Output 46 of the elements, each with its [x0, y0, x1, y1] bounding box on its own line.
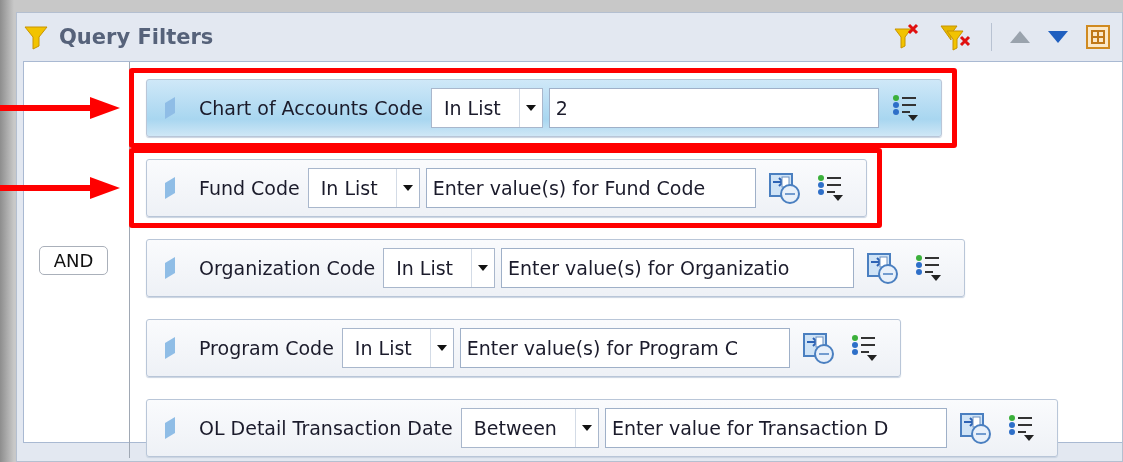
operator-dropdown[interactable]: Between	[460, 408, 599, 448]
value-field[interactable]: Enter value(s) for Organizatio	[501, 248, 855, 288]
list-options-icon[interactable]	[1006, 413, 1035, 443]
data-source-icon[interactable]	[768, 172, 803, 204]
filter-field-label: Organization Code	[199, 257, 376, 279]
filter-field-label: Fund Code	[199, 177, 300, 199]
drag-handle-icon[interactable]	[163, 95, 177, 121]
data-source-icon[interactable]	[958, 412, 993, 444]
move-down-icon[interactable]	[1048, 31, 1068, 43]
and-button[interactable]: AND	[38, 245, 109, 275]
drag-handle-icon[interactable]	[163, 255, 177, 281]
data-source-icon[interactable]	[802, 332, 837, 364]
filter-field-label: Chart of Accounts Code	[199, 97, 423, 119]
panel-title: Query Filters	[59, 25, 214, 49]
operator-dropdown[interactable]: In List	[430, 88, 543, 128]
caret-icon	[402, 185, 413, 191]
value-field[interactable]: Enter value(s) for Fund Code	[425, 168, 757, 208]
value-field[interactable]: 2	[548, 88, 879, 128]
filter-row[interactable]: OL Detail Transaction Date Between Enter value for Transaction D	[146, 399, 1058, 457]
filter-icon	[23, 24, 49, 50]
filter-field-label: OL Detail Transaction Date	[199, 417, 453, 439]
drag-handle-icon[interactable]	[163, 335, 177, 361]
filter-field-label: Program Code	[199, 337, 334, 359]
filter-row[interactable]: Organization Code In List Enter value(s) for Organizatio	[146, 239, 966, 297]
operator-dropdown[interactable]: In List	[383, 248, 496, 288]
list-options-icon[interactable]	[850, 333, 879, 363]
filter-row[interactable]: Fund Code In List Enter value(s) for Fund Code	[146, 159, 868, 217]
drag-handle-icon[interactable]	[163, 175, 177, 201]
caret-icon	[478, 265, 489, 271]
caret-icon	[525, 105, 536, 111]
filter-row[interactable]: Program Code In List Enter value(s) for Program C	[146, 319, 902, 377]
caret-icon	[436, 345, 447, 351]
filter-row[interactable]: Chart of Accounts Code In List 2	[146, 79, 942, 137]
drag-handle-icon[interactable]	[163, 415, 177, 441]
caret-icon	[581, 425, 592, 431]
operator-dropdown[interactable]: In List	[341, 328, 454, 368]
value-field[interactable]: Enter value for Transaction D	[604, 408, 947, 448]
clear-filter-icon[interactable]	[893, 23, 921, 51]
clear-all-filters-icon[interactable]	[939, 23, 973, 51]
data-source-icon[interactable]	[866, 252, 901, 284]
value-field[interactable]: Enter value(s) for Program C	[459, 328, 791, 368]
operator-dropdown[interactable]: In List	[307, 168, 420, 208]
list-options-icon[interactable]	[816, 173, 845, 203]
list-options-icon[interactable]	[890, 93, 919, 123]
list-options-icon[interactable]	[914, 253, 943, 283]
panel-options-icon[interactable]	[1086, 25, 1110, 49]
